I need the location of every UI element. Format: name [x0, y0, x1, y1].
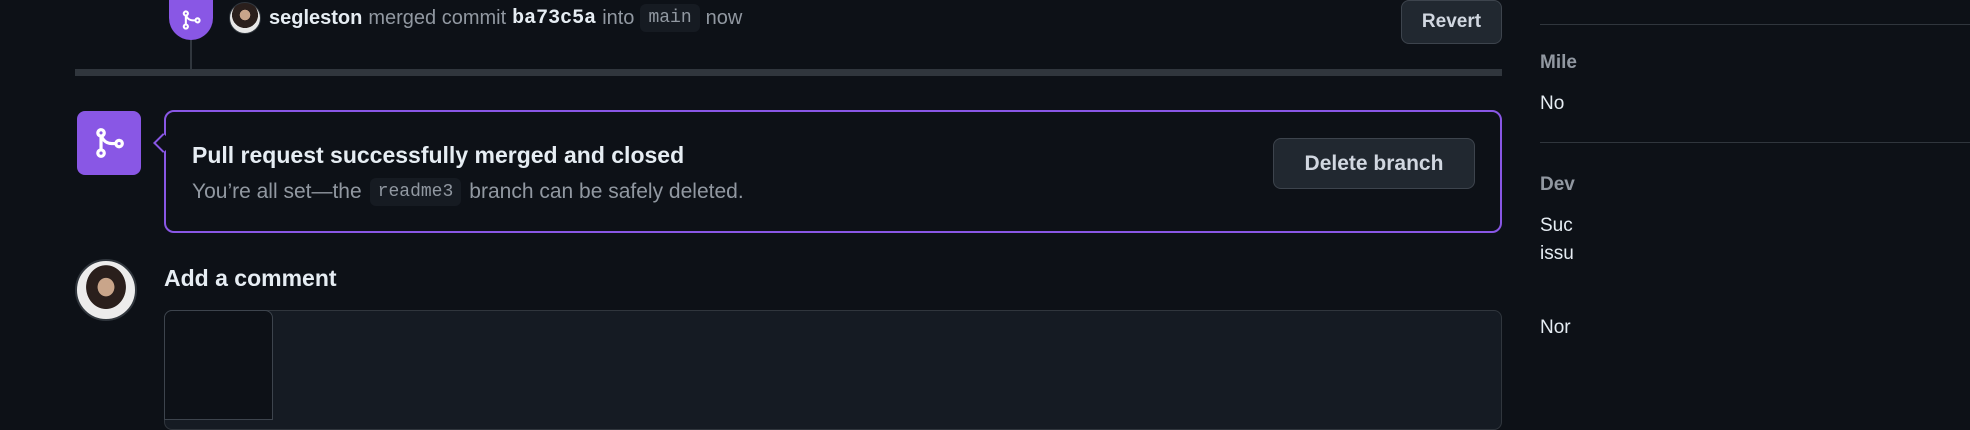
subtitle-before: You’re all set—the: [192, 180, 362, 203]
merge-event: segleston merged commit ba73c5a into mai…: [269, 4, 742, 32]
add-comment-heading: Add a comment: [164, 265, 337, 291]
development-text-line1: Suc: [1540, 215, 1573, 236]
development-heading[interactable]: Dev: [1540, 174, 1575, 196]
subtitle-after: branch can be safely deleted.: [469, 180, 744, 203]
commit-sha-link[interactable]: ba73c5a: [512, 7, 596, 30]
event-time[interactable]: now: [706, 7, 743, 30]
timeline-end-divider: [75, 69, 1502, 76]
milestone-value: No: [1540, 93, 1565, 114]
merged-subtitle: You’re all set—the readme3 branch can be…: [192, 178, 744, 206]
username-link[interactable]: segleston: [269, 7, 362, 30]
head-branch[interactable]: readme3: [369, 178, 462, 206]
merged-icon: [169, 0, 213, 40]
development-value: Nor: [1540, 317, 1571, 338]
current-user-avatar: [75, 259, 137, 321]
sidebar-divider: [1540, 24, 1970, 25]
milestone-heading[interactable]: Mile: [1540, 52, 1577, 74]
base-branch[interactable]: main: [640, 4, 700, 32]
development-text-line2: issu: [1540, 243, 1574, 264]
delete-branch-button[interactable]: Delete branch: [1273, 138, 1475, 189]
sidebar-divider: [1540, 142, 1970, 143]
user-avatar[interactable]: [229, 2, 261, 34]
timeline-line: [190, 40, 192, 70]
comment-editor[interactable]: [164, 310, 1502, 430]
event-into: into: [602, 6, 635, 29]
event-action: merged commit: [368, 6, 507, 29]
merged-title: Pull request successfully merged and clo…: [192, 142, 685, 168]
merged-status-icon: [77, 111, 141, 175]
write-tab[interactable]: [164, 310, 273, 420]
revert-button[interactable]: Revert: [1401, 0, 1502, 44]
